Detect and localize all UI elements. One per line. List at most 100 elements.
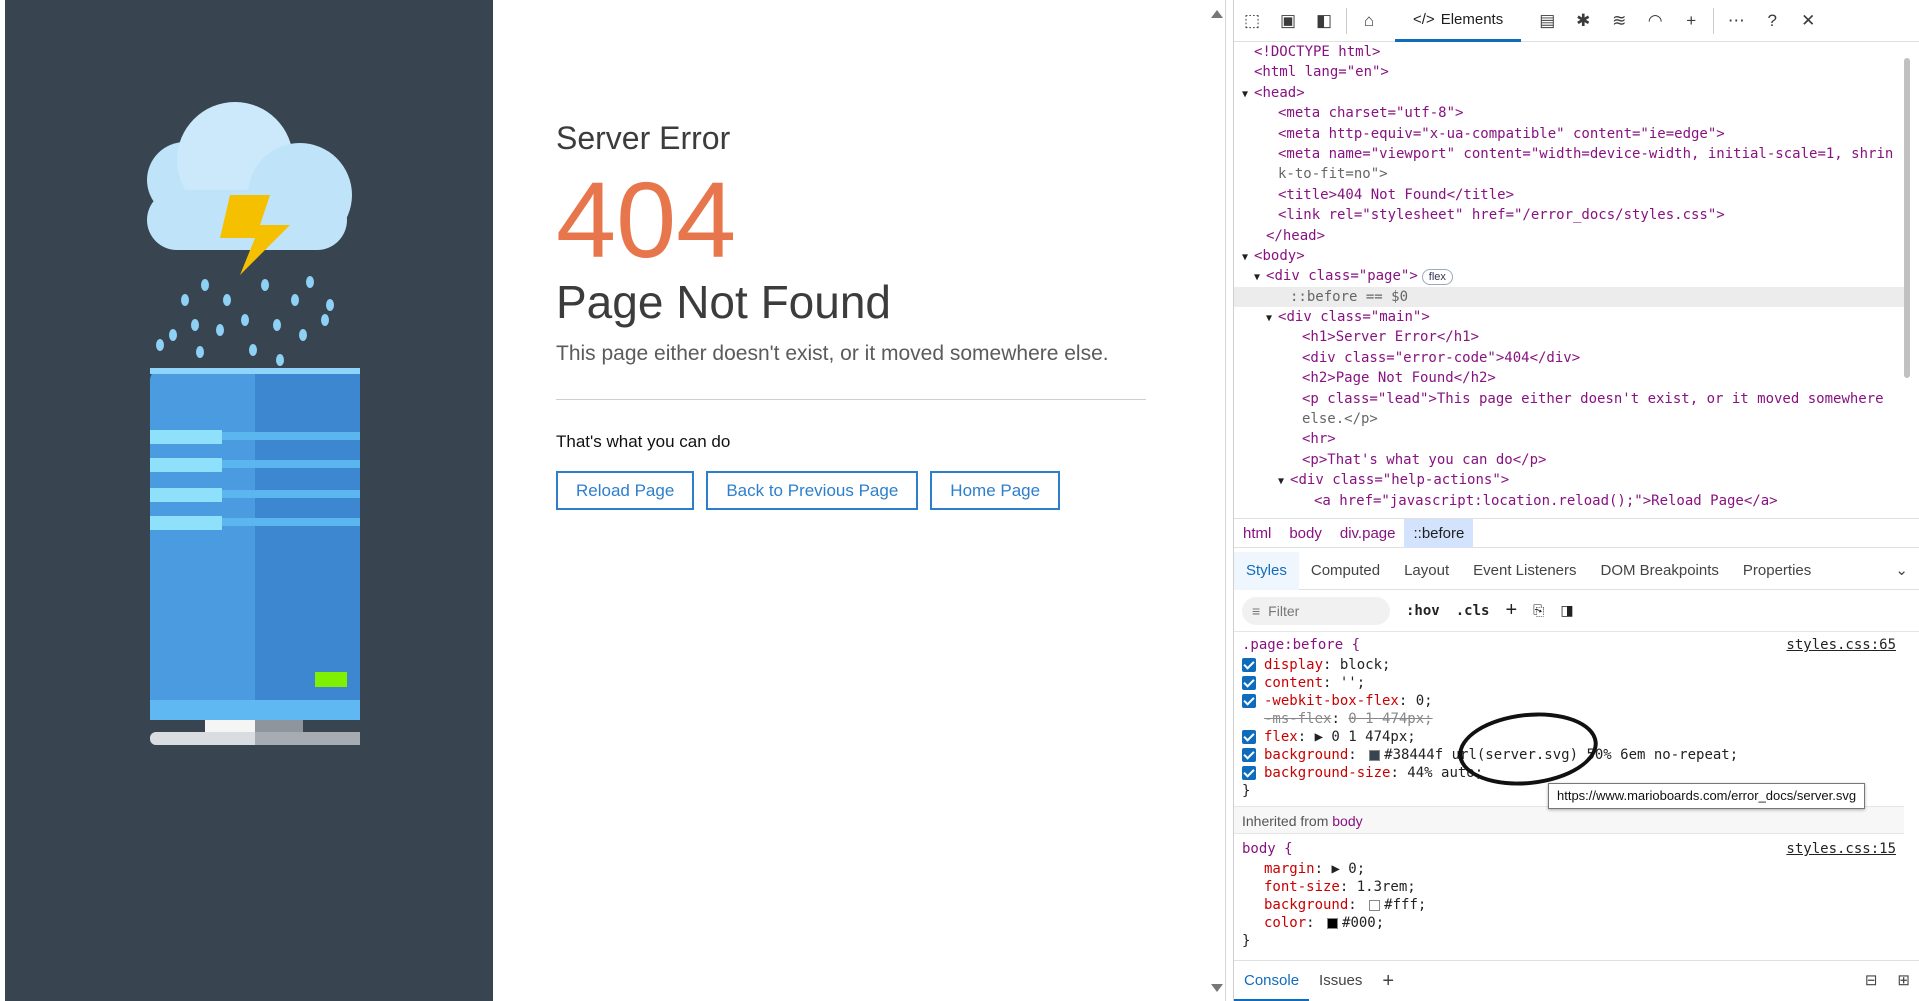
add-drawer-tab-icon[interactable]: + bbox=[1372, 961, 1404, 1001]
declaration-checkbox[interactable] bbox=[1242, 748, 1256, 762]
tab-elements[interactable]: </> Elements bbox=[1395, 0, 1522, 42]
dom-node[interactable]: <meta http-equiv="x-ua-compatible" conte… bbox=[1234, 124, 1904, 144]
flex-badge[interactable]: flex bbox=[1421, 269, 1453, 286]
welcome-icon[interactable]: ⌂ bbox=[1351, 3, 1387, 39]
dom-node[interactable]: <a href="javascript:location.reload();">… bbox=[1234, 491, 1904, 510]
breadcrumb-div-page[interactable]: div.page bbox=[1331, 519, 1405, 548]
expand-arrow-icon[interactable]: ▼ bbox=[1242, 89, 1254, 100]
declaration-checkbox[interactable] bbox=[1242, 676, 1256, 690]
property-value[interactable]: 0; bbox=[1416, 692, 1433, 710]
declaration-checkbox[interactable] bbox=[1242, 658, 1256, 672]
dock-drawer-icon[interactable]: ⊟ bbox=[1855, 961, 1888, 1001]
dom-node[interactable]: <p>That's what you can do</p> bbox=[1234, 450, 1904, 470]
property-name[interactable]: -ms-flex bbox=[1264, 710, 1331, 728]
dom-node-selected[interactable]: ::before == $0 bbox=[1234, 286, 1904, 308]
dom-node[interactable]: <link rel="stylesheet" href="/error_docs… bbox=[1234, 205, 1904, 225]
property-value[interactable]: #000; bbox=[1342, 914, 1384, 932]
tab-computed[interactable]: Computed bbox=[1299, 552, 1392, 590]
style-declaration[interactable]: content: ''; bbox=[1242, 674, 1896, 692]
more-icon[interactable]: ⋯ bbox=[1718, 3, 1754, 39]
dock-side-icon[interactable]: ◧ bbox=[1306, 3, 1342, 39]
inspect-icon[interactable]: ⬚ bbox=[1234, 3, 1270, 39]
chevron-down-icon[interactable]: ⌄ bbox=[1883, 552, 1919, 590]
cls-button[interactable]: .cls bbox=[1456, 603, 1490, 619]
breadcrumb-body[interactable]: body bbox=[1280, 519, 1331, 548]
back-to-previous-page-button[interactable]: Back to Previous Page bbox=[706, 471, 919, 510]
device-icon[interactable]: ▣ bbox=[1270, 3, 1306, 39]
property-name[interactable]: background-size bbox=[1264, 764, 1390, 782]
dom-tree-scrollbar[interactable] bbox=[1901, 44, 1913, 510]
sources-icon[interactable]: ✱ bbox=[1565, 3, 1601, 39]
dom-node[interactable]: ▼ <div class="main"> bbox=[1234, 307, 1904, 327]
tab-layout[interactable]: Layout bbox=[1392, 552, 1461, 590]
expand-arrow-icon[interactable]: ▼ bbox=[1254, 272, 1266, 283]
dom-node[interactable]: ▼ <body> bbox=[1234, 246, 1904, 266]
rule-source-link[interactable]: styles.css:15 bbox=[1786, 838, 1896, 860]
property-value[interactable]: 1.3rem; bbox=[1357, 878, 1416, 896]
paint-brush-icon[interactable]: ⎘ bbox=[1533, 602, 1544, 619]
property-name[interactable]: background bbox=[1264, 896, 1348, 914]
dom-node[interactable]: <html lang="en"> bbox=[1234, 62, 1904, 82]
dom-node[interactable]: <h1>Server Error</h1> bbox=[1234, 327, 1904, 347]
property-value[interactable]: #fff; bbox=[1384, 896, 1426, 914]
style-declaration[interactable]: color: #000; bbox=[1242, 914, 1896, 932]
rule-source-link[interactable]: styles.css:65 bbox=[1786, 634, 1896, 656]
filter-input[interactable]: ≡ Filter bbox=[1242, 596, 1390, 625]
dom-node[interactable]: k-to-fit=no"> bbox=[1234, 164, 1904, 184]
tab-issues[interactable]: Issues bbox=[1309, 961, 1372, 1001]
home-page-button[interactable]: Home Page bbox=[930, 471, 1061, 510]
style-declaration[interactable]: -webkit-box-flex: 0; bbox=[1242, 692, 1896, 710]
dom-node[interactable]: <div class="error-code">404</div> bbox=[1234, 348, 1904, 368]
style-declaration[interactable]: background: #fff; bbox=[1242, 896, 1896, 914]
dom-node[interactable]: <hr> bbox=[1234, 429, 1904, 449]
expand-drawer-icon[interactable]: ⊞ bbox=[1887, 961, 1919, 1001]
dom-node[interactable]: ▼ <head> bbox=[1234, 83, 1904, 103]
dom-tree[interactable]: <!DOCTYPE html> <html lang="en"> ▼ <head> <… bbox=[1234, 42, 1904, 510]
expand-arrow-icon[interactable]: ▼ bbox=[1266, 313, 1278, 324]
reload-page-button[interactable]: Reload Page bbox=[556, 471, 695, 510]
property-value[interactable]: ▶ 0; bbox=[1331, 860, 1365, 878]
expand-arrow-icon[interactable]: ▼ bbox=[1278, 476, 1290, 487]
property-value[interactable]: ''; bbox=[1340, 674, 1365, 692]
dom-node[interactable]: <meta name="viewport" content="width=dev… bbox=[1234, 144, 1904, 164]
property-name[interactable]: color bbox=[1264, 914, 1306, 932]
style-declaration[interactable]: margin: ▶ 0; bbox=[1242, 860, 1896, 878]
close-icon[interactable]: ✕ bbox=[1790, 3, 1826, 39]
performance-icon[interactable]: ◠ bbox=[1637, 3, 1673, 39]
tab-styles[interactable]: Styles bbox=[1234, 551, 1299, 590]
breadcrumb-before[interactable]: ::before bbox=[1404, 518, 1474, 548]
declaration-checkbox[interactable] bbox=[1242, 694, 1256, 708]
page-scrollbar[interactable] bbox=[1208, 6, 1224, 996]
property-name[interactable]: margin bbox=[1264, 860, 1315, 878]
console-icon[interactable]: ▤ bbox=[1529, 3, 1565, 39]
tab-dom-breakpoints[interactable]: DOM Breakpoints bbox=[1589, 552, 1731, 590]
dom-node[interactable]: ▼ <div class="help-actions"> bbox=[1234, 470, 1904, 490]
expand-arrow-icon[interactable]: ▼ bbox=[1242, 252, 1254, 263]
hov-button[interactable]: :hov bbox=[1406, 603, 1440, 619]
breadcrumb-html[interactable]: html bbox=[1234, 519, 1280, 548]
color-swatch[interactable] bbox=[1369, 749, 1381, 761]
dom-node[interactable]: <meta charset="utf-8"> bbox=[1234, 103, 1904, 123]
inherited-from-link[interactable]: body bbox=[1332, 813, 1362, 829]
declaration-checkbox[interactable] bbox=[1242, 730, 1256, 744]
dom-node[interactable]: <!DOCTYPE html> bbox=[1234, 42, 1904, 62]
property-value[interactable]: block; bbox=[1340, 656, 1391, 674]
tab-properties[interactable]: Properties bbox=[1731, 552, 1823, 590]
tab-console[interactable]: Console bbox=[1234, 961, 1310, 1001]
color-swatch[interactable] bbox=[1327, 917, 1339, 929]
dom-node[interactable]: else.</p> bbox=[1234, 409, 1904, 429]
style-declaration[interactable]: font-size: 1.3rem; bbox=[1242, 878, 1896, 896]
property-name[interactable]: font-size bbox=[1264, 878, 1340, 896]
tab-event-listeners[interactable]: Event Listeners bbox=[1461, 552, 1588, 590]
sidebar-toggle-icon[interactable]: ◨ bbox=[1560, 602, 1573, 619]
scroll-thumb[interactable] bbox=[1904, 58, 1910, 378]
dom-node[interactable]: ▼ <div class="page"> flex bbox=[1234, 266, 1904, 286]
property-name[interactable]: content bbox=[1264, 674, 1323, 692]
scroll-up-icon[interactable] bbox=[1211, 10, 1223, 18]
dom-node[interactable]: </head> bbox=[1234, 226, 1904, 246]
property-name[interactable]: background bbox=[1264, 746, 1348, 764]
declaration-checkbox[interactable] bbox=[1242, 766, 1256, 780]
add-tab-icon[interactable]: + bbox=[1673, 3, 1709, 39]
new-rule-icon[interactable]: + bbox=[1505, 599, 1517, 622]
help-icon[interactable]: ? bbox=[1754, 3, 1790, 39]
